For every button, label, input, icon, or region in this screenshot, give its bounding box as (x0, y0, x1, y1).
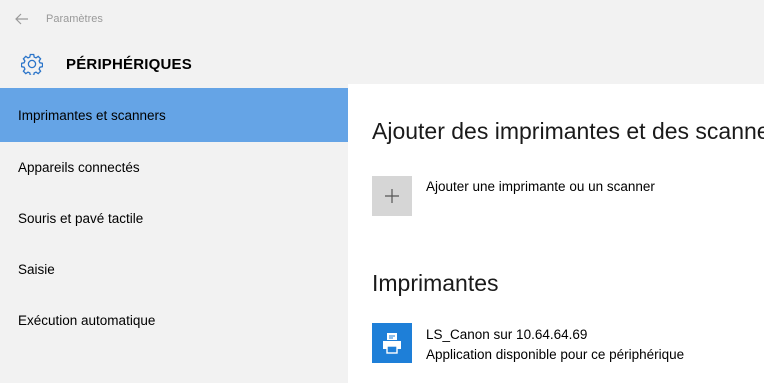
add-section-heading: Ajouter des imprimantes et des scanners (372, 118, 764, 144)
sidebar-item-typing[interactable]: Saisie (0, 244, 348, 295)
printer-text: LS_Canon sur 10.64.64.69 Application dis… (426, 325, 684, 365)
add-printer-button[interactable]: Ajouter une imprimante ou un scanner (372, 176, 655, 216)
gear-icon (21, 53, 43, 75)
printer-tile (372, 323, 412, 363)
title-strip (348, 0, 764, 84)
back-button[interactable] (0, 0, 44, 38)
add-tile (372, 176, 412, 216)
printers-heading: Imprimantes (372, 270, 499, 296)
section-header: PÉRIPHÉRIQUES (0, 44, 192, 84)
title-bar: Paramètres (0, 0, 103, 38)
sidebar-item-printers-scanners[interactable]: Imprimantes et scanners (0, 88, 348, 142)
printer-name: LS_Canon sur 10.64.64.69 (426, 327, 588, 342)
sidebar-nav: Imprimantes et scanners Appareils connec… (0, 88, 348, 346)
plus-icon (385, 189, 399, 203)
printer-item[interactable]: LS_Canon sur 10.64.64.69 Application dis… (372, 323, 684, 365)
gear-icon-wrap (0, 53, 64, 75)
sidebar-item-label: Saisie (18, 262, 55, 277)
sidebar-item-label: Appareils connectés (18, 160, 140, 175)
page-title: PÉRIPHÉRIQUES (66, 55, 192, 73)
printer-icon (383, 333, 401, 354)
sidebar-item-label: Exécution automatique (18, 313, 156, 328)
sidebar-item-label: Souris et pavé tactile (18, 211, 144, 226)
sidebar-item-mouse-touchpad[interactable]: Souris et pavé tactile (0, 193, 348, 244)
add-printer-label: Ajouter une imprimante ou un scanner (426, 179, 655, 194)
printer-status: Application disponible pour ce périphéri… (426, 347, 685, 362)
back-arrow-icon (15, 13, 28, 25)
sidebar-item-connected-devices[interactable]: Appareils connectés (0, 142, 348, 193)
sidebar-item-label: Imprimantes et scanners (18, 107, 166, 123)
sidebar-item-autoplay[interactable]: Exécution automatique (0, 295, 348, 346)
app-title: Paramètres (46, 13, 103, 25)
settings-window: Paramètres PÉRIPHÉRIQUES Imprimantes et … (0, 0, 764, 383)
